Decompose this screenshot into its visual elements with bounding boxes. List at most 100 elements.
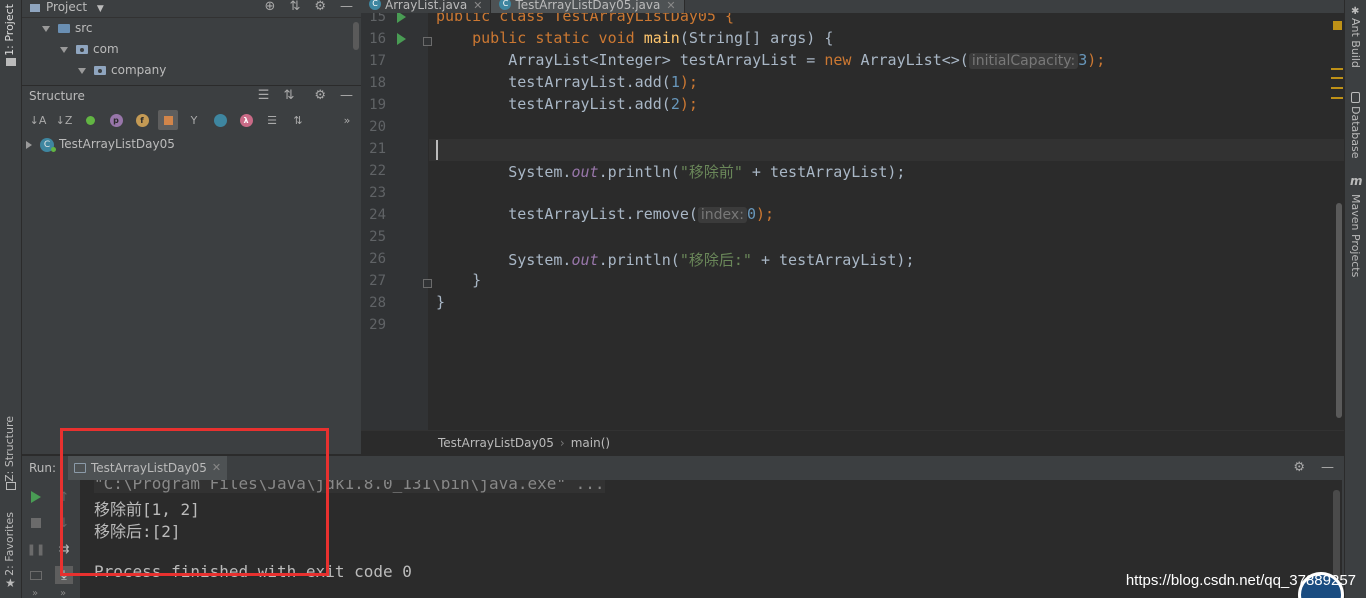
run-main-icon[interactable] <box>397 33 406 45</box>
text-caret <box>436 140 438 160</box>
source-folder-icon <box>58 24 70 33</box>
expand-icon[interactable]: ☰ <box>262 110 282 130</box>
package-icon <box>94 66 106 75</box>
tree-item-com[interactable]: com <box>22 39 361 60</box>
expand-arrow-icon[interactable] <box>60 46 68 53</box>
warning-marker[interactable] <box>1331 68 1343 70</box>
autoscroll-icon[interactable]: ⇅ <box>288 110 308 130</box>
gear-icon[interactable]: ⚙ <box>314 0 326 14</box>
console-line: 移除前[1, 2] <box>94 500 200 519</box>
sort-alpha-icon[interactable]: ↓A <box>28 110 48 130</box>
code-token: System. <box>508 251 572 269</box>
breadcrumb: TestArrayListDay05 › main() <box>361 430 1344 454</box>
fold-marker-icon[interactable] <box>423 37 432 46</box>
scroll-up-icon[interactable]: ↑ <box>55 488 73 506</box>
more-tools-icon[interactable]: » <box>60 588 66 598</box>
database-tool-tab[interactable]: Database <box>1349 106 1362 159</box>
tree-item-src[interactable]: src <box>22 18 361 39</box>
code-editor[interactable]: 15 16 17 18 19 20 21 22 23 24 25 26 27 2… <box>361 13 1344 430</box>
close-icon[interactable]: ✕ <box>666 0 675 11</box>
rerun-icon[interactable] <box>27 488 45 506</box>
project-scrollbar[interactable] <box>353 22 359 50</box>
favorites-tool-tab[interactable]: 2: Favorites <box>3 512 16 576</box>
more-tools-icon[interactable]: » <box>337 110 357 130</box>
code-token: testArrayList.remove( <box>508 205 698 223</box>
code-token: 1 <box>670 73 680 91</box>
close-icon[interactable]: ✕ <box>473 0 482 11</box>
target-icon[interactable]: ⊕ <box>265 0 276 14</box>
structure-toolbar: ↓A ↓Z p f Y λ ☰ ⇅ » <box>22 106 361 134</box>
expand-arrow-icon[interactable] <box>26 140 32 149</box>
warning-marker[interactable] <box>1331 87 1343 89</box>
scroll-down-icon[interactable]: ↓ <box>55 514 73 532</box>
gear-icon[interactable]: ⚙ <box>314 86 326 106</box>
code-line-26: System.out.println("移除后:" + testArrayLis… <box>436 249 914 270</box>
warning-marker[interactable] <box>1331 77 1343 79</box>
more-tools-icon[interactable]: » <box>32 588 38 598</box>
breadcrumb-class[interactable]: TestArrayListDay05 <box>438 436 554 450</box>
expand-all-icon[interactable]: ☰ <box>258 86 270 106</box>
show-properties-icon[interactable]: p <box>106 110 126 130</box>
console-line: "C:\Program Files\Java\jdk1.8.0_131\bin\… <box>94 480 605 493</box>
breadcrumb-method[interactable]: main() <box>571 436 610 450</box>
gear-icon[interactable]: ⚙ <box>1293 456 1305 480</box>
tree-item-label: com <box>93 42 119 56</box>
show-lambdas-icon[interactable]: λ <box>236 110 256 130</box>
sort-visibility-icon[interactable]: ↓Z <box>54 110 74 130</box>
code-token: ); <box>679 95 698 113</box>
scroll-to-end-icon[interactable]: ⤓ <box>55 566 73 584</box>
fold-marker-icon[interactable] <box>423 279 432 288</box>
warning-marker[interactable] <box>1331 97 1343 99</box>
structure-tool-tab[interactable]: Z: Structure <box>3 416 16 482</box>
stop-icon[interactable] <box>27 514 45 532</box>
code-token: 3 <box>1078 51 1088 69</box>
code-token: (String[] args) { <box>679 29 834 47</box>
tab-testarraylistday05-java[interactable]: C TestArrayListDay05.java ✕ <box>491 0 685 13</box>
collapse-icon[interactable]: ⇅ <box>289 0 300 14</box>
code-token: public static void <box>472 29 644 47</box>
camera-icon[interactable] <box>27 566 45 584</box>
structure-item-label: TestArrayListDay05 <box>59 137 175 151</box>
show-inherited-icon[interactable] <box>80 110 100 130</box>
line-number: 20 <box>369 119 386 135</box>
run-tab[interactable]: TestArrayListDay05 ✕ <box>68 456 228 480</box>
line-number: 29 <box>369 317 386 333</box>
run-class-icon[interactable] <box>397 13 406 23</box>
run-panel-header: Run: TestArrayListDay05 ✕ ⚙ — <box>22 456 1344 480</box>
run-toolbar: ↑ ↓ ❚❚ ⇉ ⤓ » » <box>22 480 78 598</box>
close-icon[interactable]: ✕ <box>212 456 221 480</box>
maven-projects-tool-tab[interactable]: Maven Projects <box>1349 194 1362 277</box>
pause-icon[interactable]: ❚❚ <box>27 540 45 558</box>
project-panel-header: Project ▼ ⊕ ⇅ ⚙ — <box>22 0 361 18</box>
chevron-down-icon[interactable]: ▼ <box>97 4 104 14</box>
show-fields-icon[interactable]: f <box>132 110 152 130</box>
editor-scrollbar[interactable] <box>1336 203 1342 418</box>
show-interfaces-icon[interactable] <box>210 110 230 130</box>
expand-arrow-icon[interactable] <box>78 67 86 74</box>
line-number: 19 <box>369 97 386 113</box>
star-icon: ★ <box>5 576 16 590</box>
project-panel-title[interactable]: Project <box>46 0 87 14</box>
ant-build-tool-tab[interactable]: Ant Build <box>1349 18 1362 68</box>
minimize-icon[interactable]: — <box>340 86 353 106</box>
structure-item-class[interactable]: C TestArrayListDay05 <box>22 134 361 155</box>
tree-item-company[interactable]: company <box>22 60 361 81</box>
code-line-24: testArrayList.remove(index: 0); <box>436 205 774 223</box>
soft-wrap-icon[interactable]: ⇉ <box>55 540 73 558</box>
minimize-icon[interactable]: — <box>1321 456 1334 480</box>
collapse-all-icon[interactable]: ⇅ <box>283 86 294 106</box>
code-token: "移除前" <box>679 163 743 181</box>
tree-item-label: src <box>75 21 93 35</box>
breadcrumb-separator: › <box>559 436 565 450</box>
minimize-icon[interactable]: — <box>340 0 353 14</box>
line-number: 22 <box>369 163 386 179</box>
show-anonymous-icon[interactable]: Y <box>184 110 204 130</box>
package-icon <box>76 45 88 54</box>
inspection-status-icon[interactable] <box>1333 21 1342 30</box>
tab-arraylist-java[interactable]: C ArrayList.java ✕ <box>361 0 492 13</box>
code-token: } <box>472 271 482 289</box>
project-tool-tab[interactable]: 1: Project <box>3 4 16 56</box>
expand-arrow-icon[interactable] <box>42 25 50 32</box>
code-token: ); <box>1087 51 1106 69</box>
show-non-public-icon[interactable] <box>158 110 178 130</box>
